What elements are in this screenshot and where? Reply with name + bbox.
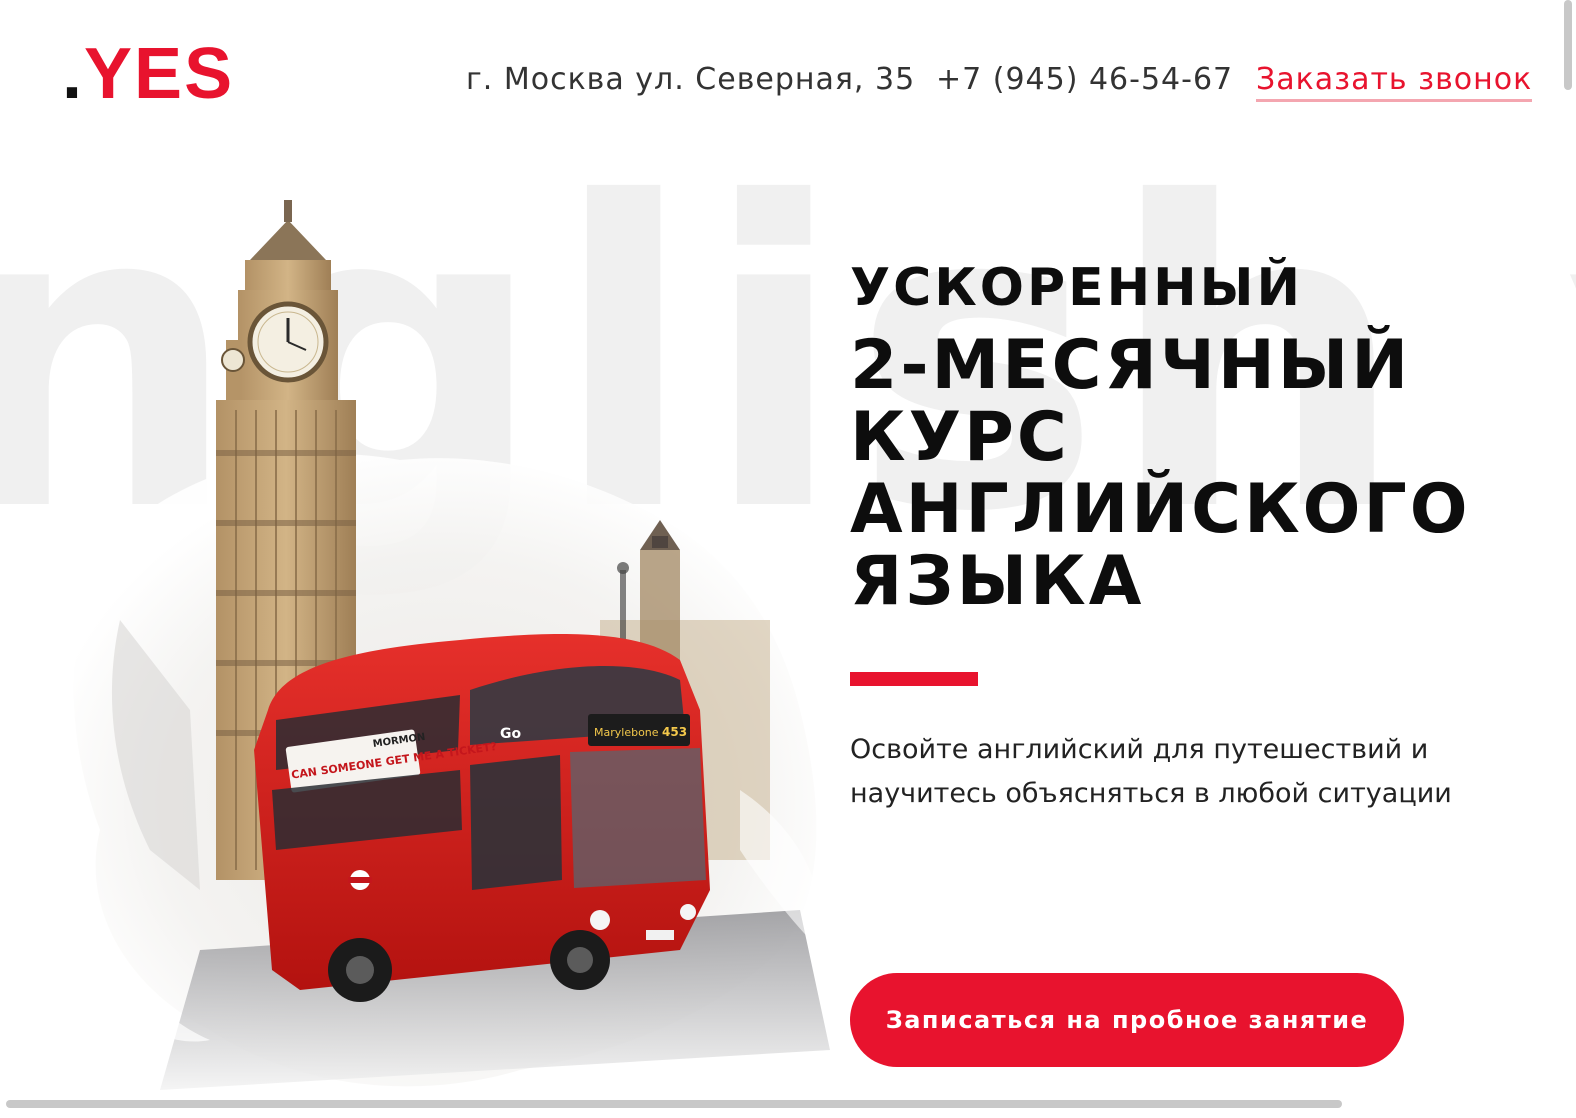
- hero-illustration: CAN SOMEONE GET ME A TICKET? MORMON Mary…: [73, 200, 830, 1090]
- hero-title-line: АНГЛИЙСКОГО: [850, 470, 1471, 549]
- phone-number[interactable]: +7 (945) 46-54-67: [936, 62, 1233, 97]
- hero-title: УСКОРЕННЫЙ 2-МЕСЯЧНЫЙ КУРС АНГЛИЙСКОГО Я…: [850, 262, 1471, 618]
- logo[interactable]: .YES: [62, 38, 234, 110]
- hero-title-line: 2-МЕСЯЧНЫЙ: [850, 326, 1412, 405]
- hero-subtitle: Освойте английский для путешествий и нау…: [850, 734, 1452, 809]
- horizontal-scrollbar[interactable]: [6, 1100, 1342, 1108]
- hero-title-line: КУРС: [850, 398, 1070, 477]
- vertical-scrollbar[interactable]: [1564, 0, 1572, 90]
- bus-group: CAN SOMEONE GET ME A TICKET? MORMON Mary…: [254, 634, 710, 1002]
- address-text: г. Москва ул. Северная, 35: [466, 62, 916, 97]
- logo-text: YES: [84, 34, 235, 114]
- logo-dot: .: [62, 34, 85, 114]
- hero-title-line: ЯЗЫКА: [850, 542, 1145, 621]
- accent-divider: [850, 672, 978, 686]
- callback-link[interactable]: Заказать звонок: [1256, 62, 1533, 102]
- page: nglish ye .YES г. Москва ул. Северная, 3…: [0, 0, 1576, 1118]
- header: .YES г. Москва ул. Северная, 35 +7 (945)…: [0, 0, 1576, 130]
- hero-title-small: УСКОРЕННЫЙ: [850, 258, 1304, 318]
- bus-route-text: Marylebone: [594, 726, 659, 739]
- bus-route-number: 453: [662, 725, 687, 739]
- bus-operator-logo: Go: [500, 726, 521, 742]
- trial-lesson-button[interactable]: Записаться на пробное занятие: [850, 973, 1404, 1067]
